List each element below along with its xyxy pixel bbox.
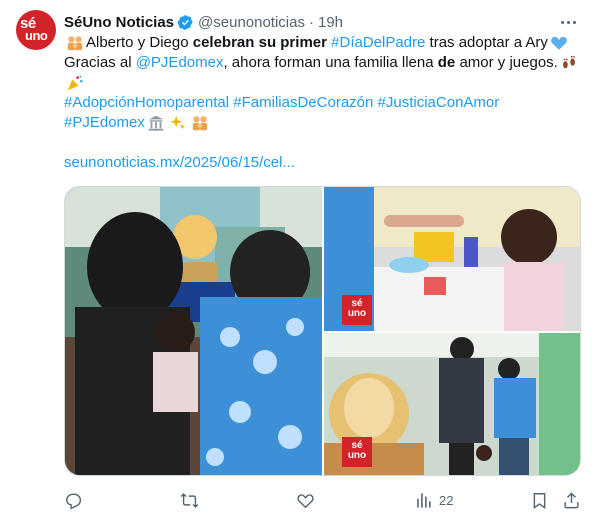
text-segment: Gracias al (64, 54, 136, 71)
more-options-button[interactable] (558, 12, 578, 32)
media-grid[interactable]: sé uno sé uno (64, 186, 581, 476)
hashtag-familias[interactable]: #FamiliasDeCorazón (233, 93, 373, 113)
text-segment: , ahora forman una familia llena (223, 54, 438, 71)
text-line-blank (64, 133, 584, 153)
author-name[interactable]: SéUno Noticias (64, 14, 174, 31)
avatar-logo-bottom: uno (25, 28, 48, 43)
photo-family-playroom[interactable] (65, 187, 322, 475)
sparkles-icon (170, 115, 186, 130)
like-button[interactable] (296, 488, 315, 512)
more-dot-icon (566, 20, 570, 24)
more-dot-icon (572, 20, 576, 24)
party-popper-icon (67, 75, 83, 91)
blue-heart-icon (551, 36, 567, 50)
hashtag-justicia[interactable]: #JusticiaConAmor (378, 93, 500, 113)
heart-icon (297, 493, 314, 508)
mention-pjedomex[interactable]: @PJEdomex (136, 53, 224, 73)
text-line-3 (64, 73, 584, 93)
views-button[interactable]: 22 (414, 488, 453, 512)
photo-child-playing[interactable]: sé uno (324, 187, 580, 331)
separator-dot: · (309, 13, 314, 31)
views-count: 22 (439, 492, 454, 508)
photo-family-walking[interactable]: sé uno (324, 333, 580, 475)
family-emoji-icon (192, 116, 208, 131)
text-segment: Alberto y Diego (86, 34, 193, 51)
text-segment: tras adoptar a Ary (425, 34, 548, 51)
repost-button[interactable] (180, 488, 199, 512)
family-emoji-icon (67, 36, 83, 51)
avatar[interactable]: sé uno (16, 10, 56, 50)
watermark-text-bottom: uno (347, 308, 367, 319)
reply-button[interactable] (64, 488, 83, 512)
classical-building-icon (148, 115, 164, 131)
text-line-1: Alberto y Diego celebran su primer #DíaD… (64, 33, 584, 53)
watermark-text-bottom: uno (347, 450, 367, 461)
text-line-7: seunonoticias.mx/2025/06/15/cel... (64, 153, 584, 173)
share-icon (564, 491, 579, 508)
hashtag-dia-del-padre[interactable]: #DíaDelPadre (331, 33, 425, 53)
timestamp[interactable]: 19h (318, 14, 343, 31)
tweet-text: Alberto y Diego celebran su primer #DíaD… (64, 33, 584, 173)
bookmark-button[interactable] (530, 488, 549, 512)
seuno-watermark: sé uno (342, 437, 372, 467)
photo-illustration (65, 187, 322, 475)
more-dot-icon (560, 20, 564, 24)
author-handle[interactable]: @seunonoticias (198, 14, 305, 31)
share-button[interactable] (562, 488, 581, 512)
verified-badge-icon (177, 14, 193, 30)
text-line-4: #AdopciónHomoparental #FamiliasDeCorazón… (64, 93, 584, 113)
text-bold: de (437, 54, 456, 71)
tweet-header: SéUno Noticias @seunonoticias · 19h (64, 12, 343, 32)
text-line-5: #PJEdomex (64, 113, 584, 133)
hashtag-pjedomex[interactable]: #PJEdomex (64, 113, 145, 133)
bookmark-icon (533, 492, 546, 509)
repost-icon (180, 492, 199, 508)
reply-icon (66, 493, 82, 510)
footprints-icon (562, 55, 575, 69)
views-chart-icon (417, 492, 431, 508)
action-bar: 22 (64, 488, 584, 512)
text-line-2: Gracias al @PJEdomex , ahora forman una … (64, 53, 584, 73)
text-segment: amor y juegos. (455, 54, 558, 71)
article-link[interactable]: seunonoticias.mx/2025/06/15/cel... (64, 153, 295, 173)
seuno-watermark: sé uno (342, 295, 372, 325)
hashtag-adopcion[interactable]: #AdopciónHomoparental (64, 93, 229, 113)
tweet-card[interactable]: sé uno SéUno Noticias @seunonoticias · 1… (0, 0, 598, 519)
text-bold: celebran su primer (192, 34, 327, 51)
